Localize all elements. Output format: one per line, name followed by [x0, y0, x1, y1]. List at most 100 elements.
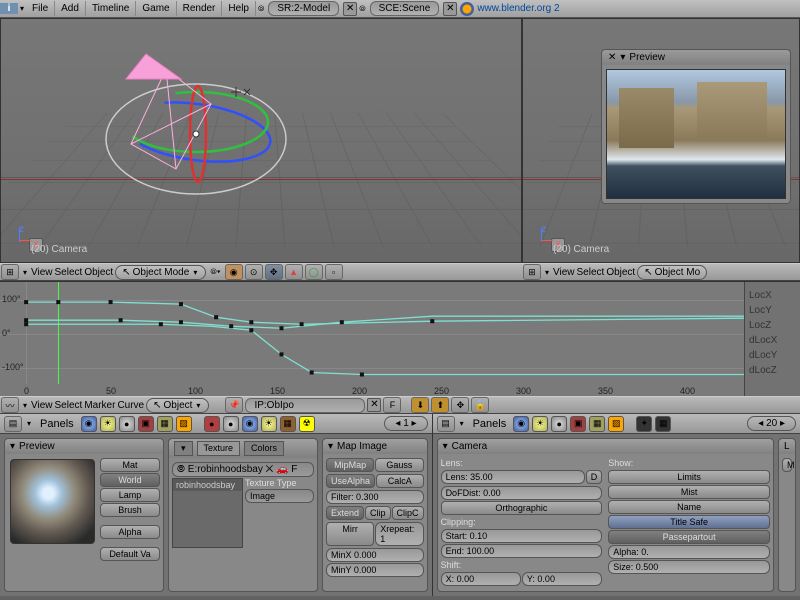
preview-alpha-button[interactable]: Alpha [100, 525, 160, 539]
menu-timeline[interactable]: Timeline [86, 1, 136, 16]
screen-layout-field[interactable]: SR:2-Model [268, 1, 339, 16]
subcontext-icon[interactable]: ● [223, 416, 239, 432]
fake-user-button[interactable]: F [383, 397, 401, 413]
m-button[interactable]: M [782, 458, 792, 472]
show-mist-button[interactable]: Mist [608, 485, 770, 499]
lens-d-button[interactable]: D [586, 470, 603, 484]
subcontext-icon[interactable]: ☀ [261, 416, 277, 432]
filter-field[interactable]: Filter: 0.300 [326, 490, 424, 504]
collapse-icon[interactable]: ▾ [10, 441, 15, 452]
menu-file[interactable]: File [26, 1, 55, 16]
context-icon[interactable]: ● [551, 416, 567, 432]
tab-texture[interactable]: Texture [197, 441, 241, 456]
scene-field[interactable]: SCE:Scene [370, 1, 440, 16]
context-icon[interactable]: ▦ [589, 416, 605, 432]
dropdown-icon[interactable]: ⦾▾ [208, 267, 222, 277]
ipo-datablock-field[interactable]: IP:ObIpo [245, 398, 365, 413]
texture-slot-item[interactable]: robinhoodsbay [173, 479, 242, 491]
gauss-button[interactable]: Gauss [375, 458, 423, 472]
context-object-icon[interactable]: ▣ [138, 416, 154, 432]
dropdown-icon[interactable]: ▾ [21, 268, 29, 277]
viewport-3d-left[interactable]: zx (20) Camera [0, 18, 522, 263]
usealpha-button[interactable]: UseAlpha [326, 474, 375, 488]
scene-close-icon[interactable]: ✕ [443, 2, 457, 16]
menu-curve[interactable]: Curve [117, 400, 144, 411]
calcalpha-button[interactable]: CalcA [376, 474, 424, 488]
editor-type-icon[interactable]: ⊞ [523, 264, 541, 280]
dropdown-icon[interactable]: ▾ [25, 419, 33, 428]
channel-item[interactable]: dLocZ [749, 363, 796, 378]
scale-icon[interactable]: ▫ [325, 264, 343, 280]
lens-field[interactable]: Lens: 35.00 [441, 470, 585, 484]
shift-y-field[interactable]: Y: 0.00 [522, 572, 602, 586]
mode-selector[interactable]: ↖Object Mo [637, 265, 707, 280]
manipulator-gizmo[interactable] [81, 54, 311, 204]
dropdown-icon[interactable]: ▾ [458, 419, 466, 428]
dropdown-icon[interactable]: ▾ [21, 401, 29, 410]
editor-type-dropdown-icon[interactable]: ▾ [18, 4, 26, 13]
menu-object[interactable]: Object [84, 267, 113, 278]
channel-item[interactable]: dLocY [749, 348, 796, 363]
texture-name-field[interactable]: ⦾ E:robinhoodsbay ✕ 🚗 F [172, 462, 314, 477]
show-name-button[interactable]: Name [608, 500, 770, 514]
context-icon[interactable]: ◉ [513, 416, 529, 432]
menu-game[interactable]: Game [136, 1, 176, 16]
preview-mat-button[interactable]: Mat [100, 458, 160, 472]
menu-render[interactable]: Render [177, 1, 223, 16]
render-preview-panel[interactable]: ✕▾Preview [601, 49, 791, 204]
show-limits-button[interactable]: Limits [608, 470, 770, 484]
key-icon[interactable]: ⬆ [431, 397, 449, 413]
context-edit-icon[interactable]: ▦ [157, 416, 173, 432]
context-logic-icon[interactable]: ◉ [81, 416, 97, 432]
collapse-icon[interactable]: ▾ [328, 441, 333, 452]
menu-object[interactable]: Object [606, 267, 635, 278]
menu-select[interactable]: Select [577, 267, 605, 278]
channel-item[interactable]: dLocX [749, 333, 796, 348]
subcontext-icon[interactable]: ▦ [280, 416, 296, 432]
subcontext-icon[interactable]: ● [204, 416, 220, 432]
rotate-icon[interactable]: ◯ [305, 264, 323, 280]
collapse-icon[interactable]: ▾ [443, 441, 448, 452]
dropdown-icon[interactable]: ▾ [543, 268, 551, 277]
clip-button[interactable]: Clip [365, 506, 391, 520]
screen-close-icon[interactable]: ✕ [343, 2, 357, 16]
draw-type-icon[interactable]: ◉ [225, 264, 243, 280]
manipulator-toggle-icon[interactable]: ✥ [265, 264, 283, 280]
preview-default-button[interactable]: Default Va [100, 547, 160, 561]
mode-selector[interactable]: ↖Object Mode▾ [115, 265, 206, 280]
tab-colors[interactable]: Colors [244, 441, 284, 456]
subcontext-icon[interactable]: ◉ [242, 416, 258, 432]
collapse-icon[interactable]: ▾ [620, 52, 625, 63]
preview-brush-button[interactable]: Brush [100, 503, 160, 517]
menu-select[interactable]: Select [55, 400, 83, 411]
preview-world-button[interactable]: World [100, 473, 160, 487]
channel-item[interactable]: LocY [749, 303, 796, 318]
context-icon[interactable]: ☀ [532, 416, 548, 432]
passepartout-button[interactable]: Passepartout [608, 530, 770, 544]
context-icon[interactable]: ▨ [608, 416, 624, 432]
viewport-3d-right[interactable]: ✕▾Preview zx (20) Camera [522, 18, 800, 263]
preview-lamp-button[interactable]: Lamp [100, 488, 160, 502]
context-icon[interactable]: ▣ [570, 416, 586, 432]
scene-browse-icon[interactable]: ⦾ [357, 4, 367, 14]
size-field[interactable]: Size: 0.500 [608, 560, 770, 574]
editor-type-icon[interactable]: ▤ [4, 416, 22, 432]
menu-view[interactable]: View [553, 267, 575, 278]
context-scene-icon[interactable]: ▨ [176, 416, 192, 432]
pin-icon[interactable]: 📌 [225, 397, 243, 413]
editor-type-icon[interactable]: ⊞ [1, 264, 19, 280]
texture-slot-list[interactable]: robinhoodsbay [172, 478, 243, 548]
translate-icon[interactable]: ▲ [285, 264, 303, 280]
lock-icon[interactable]: 🔒 [471, 397, 489, 413]
ipo-editor[interactable]: 100° 0° -100° 0 50 100 150 200 250 300 3… [0, 281, 800, 396]
show-titlesafe-button[interactable]: Title Safe [608, 515, 770, 529]
snap-icon[interactable]: ✥ [451, 397, 469, 413]
subcontext-icon[interactable]: ▦ [655, 416, 671, 432]
passepartout-alpha-field[interactable]: Alpha: 0. [608, 545, 770, 559]
clip-start-field[interactable]: Start: 0.10 [441, 529, 603, 543]
menu-select[interactable]: Select [55, 267, 83, 278]
close-icon[interactable]: ✕ [608, 52, 616, 63]
info-icon[interactable]: i [0, 3, 18, 14]
collapse-icon[interactable]: ▾ [174, 441, 193, 456]
editor-type-icon[interactable]: 〰 [1, 397, 19, 413]
